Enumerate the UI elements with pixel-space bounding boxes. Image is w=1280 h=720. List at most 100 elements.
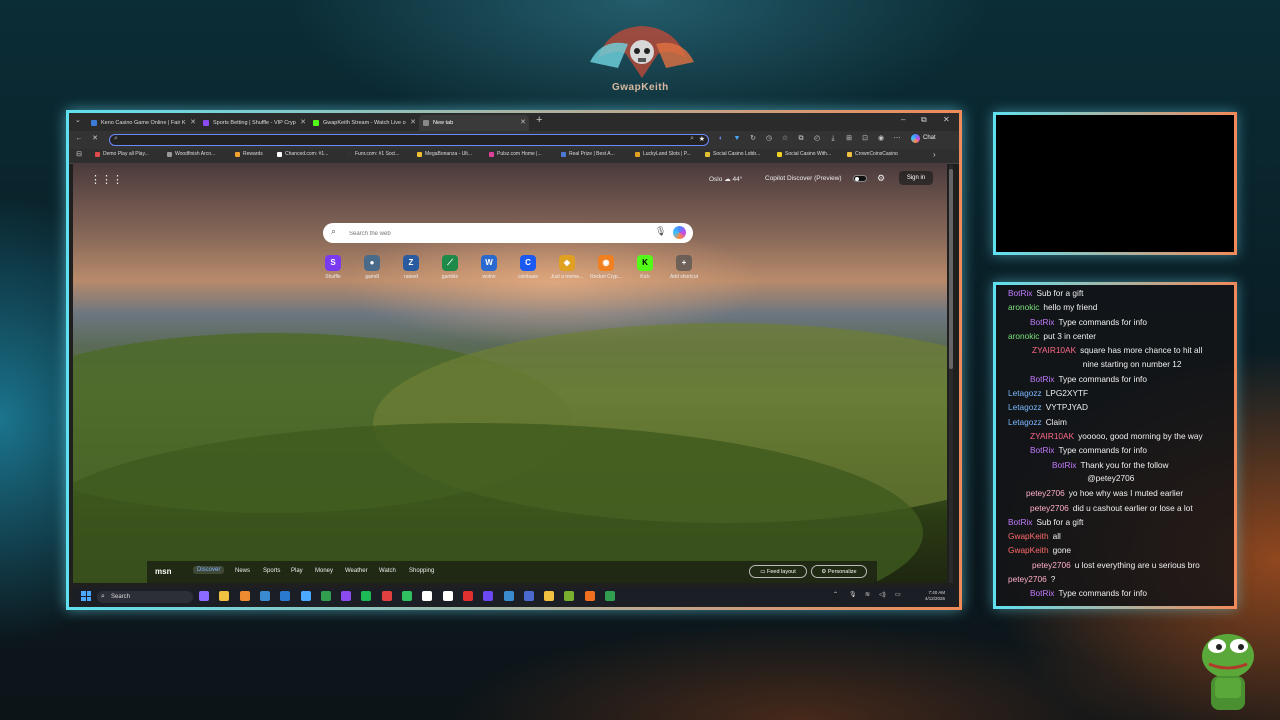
- tab-keno[interactable]: Keno Casino Game Online | Fair K ✕: [87, 115, 199, 131]
- address-bar[interactable]: ⌕ ⌕ ★: [109, 134, 709, 146]
- msn-tab-watch[interactable]: Watch: [379, 568, 396, 574]
- extension-icon[interactable]: ↻: [749, 135, 757, 143]
- taskbar-app-icon[interactable]: [523, 591, 534, 601]
- volume-icon[interactable]: ◁): [879, 591, 886, 598]
- extension-icon[interactable]: ▼: [733, 135, 741, 143]
- taskbar-app-icon[interactable]: [402, 591, 412, 601]
- chat-username[interactable]: GwapKeith: [1008, 545, 1049, 555]
- msn-tab-money[interactable]: Money: [315, 568, 333, 574]
- maximize-button[interactable]: ⧉: [921, 115, 927, 125]
- chat-username[interactable]: BotRix: [1030, 445, 1054, 455]
- chat-username[interactable]: BotRix: [1030, 317, 1054, 327]
- chat-username[interactable]: BotRix: [1030, 374, 1054, 384]
- more-menu-icon[interactable]: ⋯: [893, 135, 901, 143]
- weather-widget[interactable]: Oslo ☁ 44°: [709, 175, 742, 183]
- taskbar-app-icon[interactable]: [564, 591, 575, 601]
- downloads-icon[interactable]: ⤓: [829, 135, 837, 143]
- web-search-input[interactable]: [347, 227, 641, 241]
- zoom-icon[interactable]: ⌕: [690, 135, 694, 143]
- feed-layout-button[interactable]: ▭ Feed layout: [749, 565, 807, 578]
- personalize-button[interactable]: ⚙ Personalize: [811, 565, 867, 578]
- microphone-tray-icon[interactable]: 🎙: [849, 591, 857, 598]
- refresh-icon[interactable]: ✕: [91, 135, 99, 143]
- shortcut-just-a-moment[interactable]: ◆ Just a mome...: [550, 255, 584, 280]
- taskbar-app-icon[interactable]: [239, 591, 250, 601]
- copilot-search-icon[interactable]: [673, 226, 686, 239]
- favorites-icon[interactable]: ☆: [781, 135, 789, 143]
- taskbar-app-icon[interactable]: [442, 591, 453, 601]
- chat-username[interactable]: petey2706: [1008, 574, 1047, 584]
- profile-icon[interactable]: ◉: [877, 135, 885, 143]
- settings-gear-icon[interactable]: ⚙: [877, 173, 885, 184]
- collections-icon[interactable]: ⧉: [797, 135, 805, 143]
- bookmark-sidebar-icon[interactable]: ⊟: [75, 151, 83, 159]
- bookmark-item[interactable]: MegaBonanza - Ult...: [417, 151, 472, 157]
- shortcut-shuffle[interactable]: S Shuffle: [316, 255, 350, 280]
- msn-tab-shopping[interactable]: Shopping: [409, 568, 434, 574]
- bookmark-item[interactable]: Woodfinish Arco...: [167, 151, 215, 157]
- bookmark-item[interactable]: Rewards: [235, 151, 263, 157]
- tab-close-icon[interactable]: ✕: [520, 115, 526, 131]
- tray-chevron-icon[interactable]: ⌃: [833, 591, 838, 598]
- bookmark-item[interactable]: Social Casino With...: [777, 151, 831, 157]
- bookmark-item[interactable]: Funr.com: #1 Soci...: [347, 151, 399, 157]
- extensions-icon[interactable]: ⊞: [845, 135, 853, 143]
- taskbar-app-icon[interactable]: [381, 591, 392, 601]
- shortcut-rained[interactable]: Zrained: [394, 255, 428, 280]
- chat-username[interactable]: BotRix: [1052, 460, 1076, 470]
- tab-search-icon[interactable]: ⌄: [75, 116, 81, 124]
- taskbar-clock[interactable]: 7:40 AM 4/12/2026: [925, 590, 945, 602]
- bookmarks-overflow-icon[interactable]: ›: [933, 150, 936, 159]
- chat-username[interactable]: petey2706: [1026, 488, 1065, 498]
- chat-username[interactable]: BotRix: [1008, 517, 1032, 527]
- taskbar-app-icon[interactable]: [341, 591, 352, 601]
- taskbar-app-icon[interactable]: [300, 591, 311, 601]
- taskbar-app-icon[interactable]: [462, 591, 473, 601]
- taskbar-app-icon[interactable]: [544, 591, 555, 601]
- screenshot-icon[interactable]: ⊡: [861, 135, 869, 143]
- chat-username[interactable]: petey2706: [1030, 503, 1069, 513]
- chat-username[interactable]: BotRix: [1030, 588, 1054, 598]
- shortcut-rocket-crypto[interactable]: ◉ Rocket Cryp...: [589, 255, 623, 280]
- chat-username[interactable]: BotRix: [1008, 288, 1032, 298]
- new-tab-button[interactable]: +: [536, 114, 542, 126]
- tab-shuffle[interactable]: Sports Betting | Shuffle - VIP Cryp ✕: [199, 115, 309, 131]
- copilot-discover-toggle[interactable]: [853, 175, 867, 182]
- tab-new-tab[interactable]: New tab ✕: [419, 115, 529, 131]
- msn-tab-discover[interactable]: Discover: [193, 566, 225, 574]
- tab-close-icon[interactable]: ✕: [190, 115, 196, 131]
- chat-username[interactable]: ZYAIR10AK: [1030, 431, 1074, 441]
- battery-icon[interactable]: ▭: [895, 591, 901, 598]
- taskbar-app-icon[interactable]: [483, 591, 494, 601]
- copilot-icon[interactable]: [911, 134, 920, 143]
- chat-username[interactable]: petey2706: [1032, 560, 1071, 570]
- chat-username[interactable]: GwapKeith: [1008, 531, 1049, 541]
- bookmark-item[interactable]: Demo Play all Play...: [95, 151, 149, 157]
- apps-grid-icon[interactable]: ⋮⋮⋮: [90, 173, 123, 186]
- copilot-chat-button[interactable]: Chat: [923, 135, 936, 141]
- add-shortcut-button[interactable]: + Add shortcut: [667, 255, 701, 280]
- taskbar-app-icon[interactable]: [199, 591, 209, 601]
- taskbar-app-icon[interactable]: [503, 591, 514, 601]
- bookmark-item[interactable]: Real Prize | Best A...: [561, 151, 615, 157]
- chat-username[interactable]: Letagozz: [1008, 388, 1042, 398]
- shortcut-coinbase[interactable]: Ccoinbase: [511, 255, 545, 280]
- bookmark-item[interactable]: LuckyLand Slots | P...: [635, 151, 691, 157]
- shortcut-gamdl[interactable]: ● gamdl: [355, 255, 389, 280]
- chat-username[interactable]: ZYAIR10AK: [1032, 345, 1076, 355]
- tab-close-icon[interactable]: ✕: [300, 115, 306, 131]
- taskbar-app-icon[interactable]: [422, 591, 433, 601]
- taskbar-search[interactable]: ⌕ Search: [97, 591, 193, 603]
- msn-logo[interactable]: msn: [155, 567, 171, 576]
- tab-gwapkeith-stream[interactable]: GwapKeith Stream - Watch Live o ✕: [309, 115, 419, 131]
- msn-tab-sports[interactable]: Sports: [263, 568, 280, 574]
- taskbar-app-icon[interactable]: [605, 591, 615, 601]
- msn-tab-news[interactable]: News: [235, 568, 250, 574]
- favorite-star-icon[interactable]: ★: [699, 135, 705, 143]
- microphone-icon[interactable]: 🎙: [655, 226, 666, 237]
- chat-username[interactable]: Letagozz: [1008, 417, 1042, 427]
- wifi-icon[interactable]: ≋: [865, 591, 870, 598]
- taskbar-app-icon[interactable]: [361, 591, 372, 601]
- minimize-button[interactable]: –: [901, 115, 905, 124]
- bookmark-item[interactable]: Pulsz.com Home |...: [489, 151, 542, 157]
